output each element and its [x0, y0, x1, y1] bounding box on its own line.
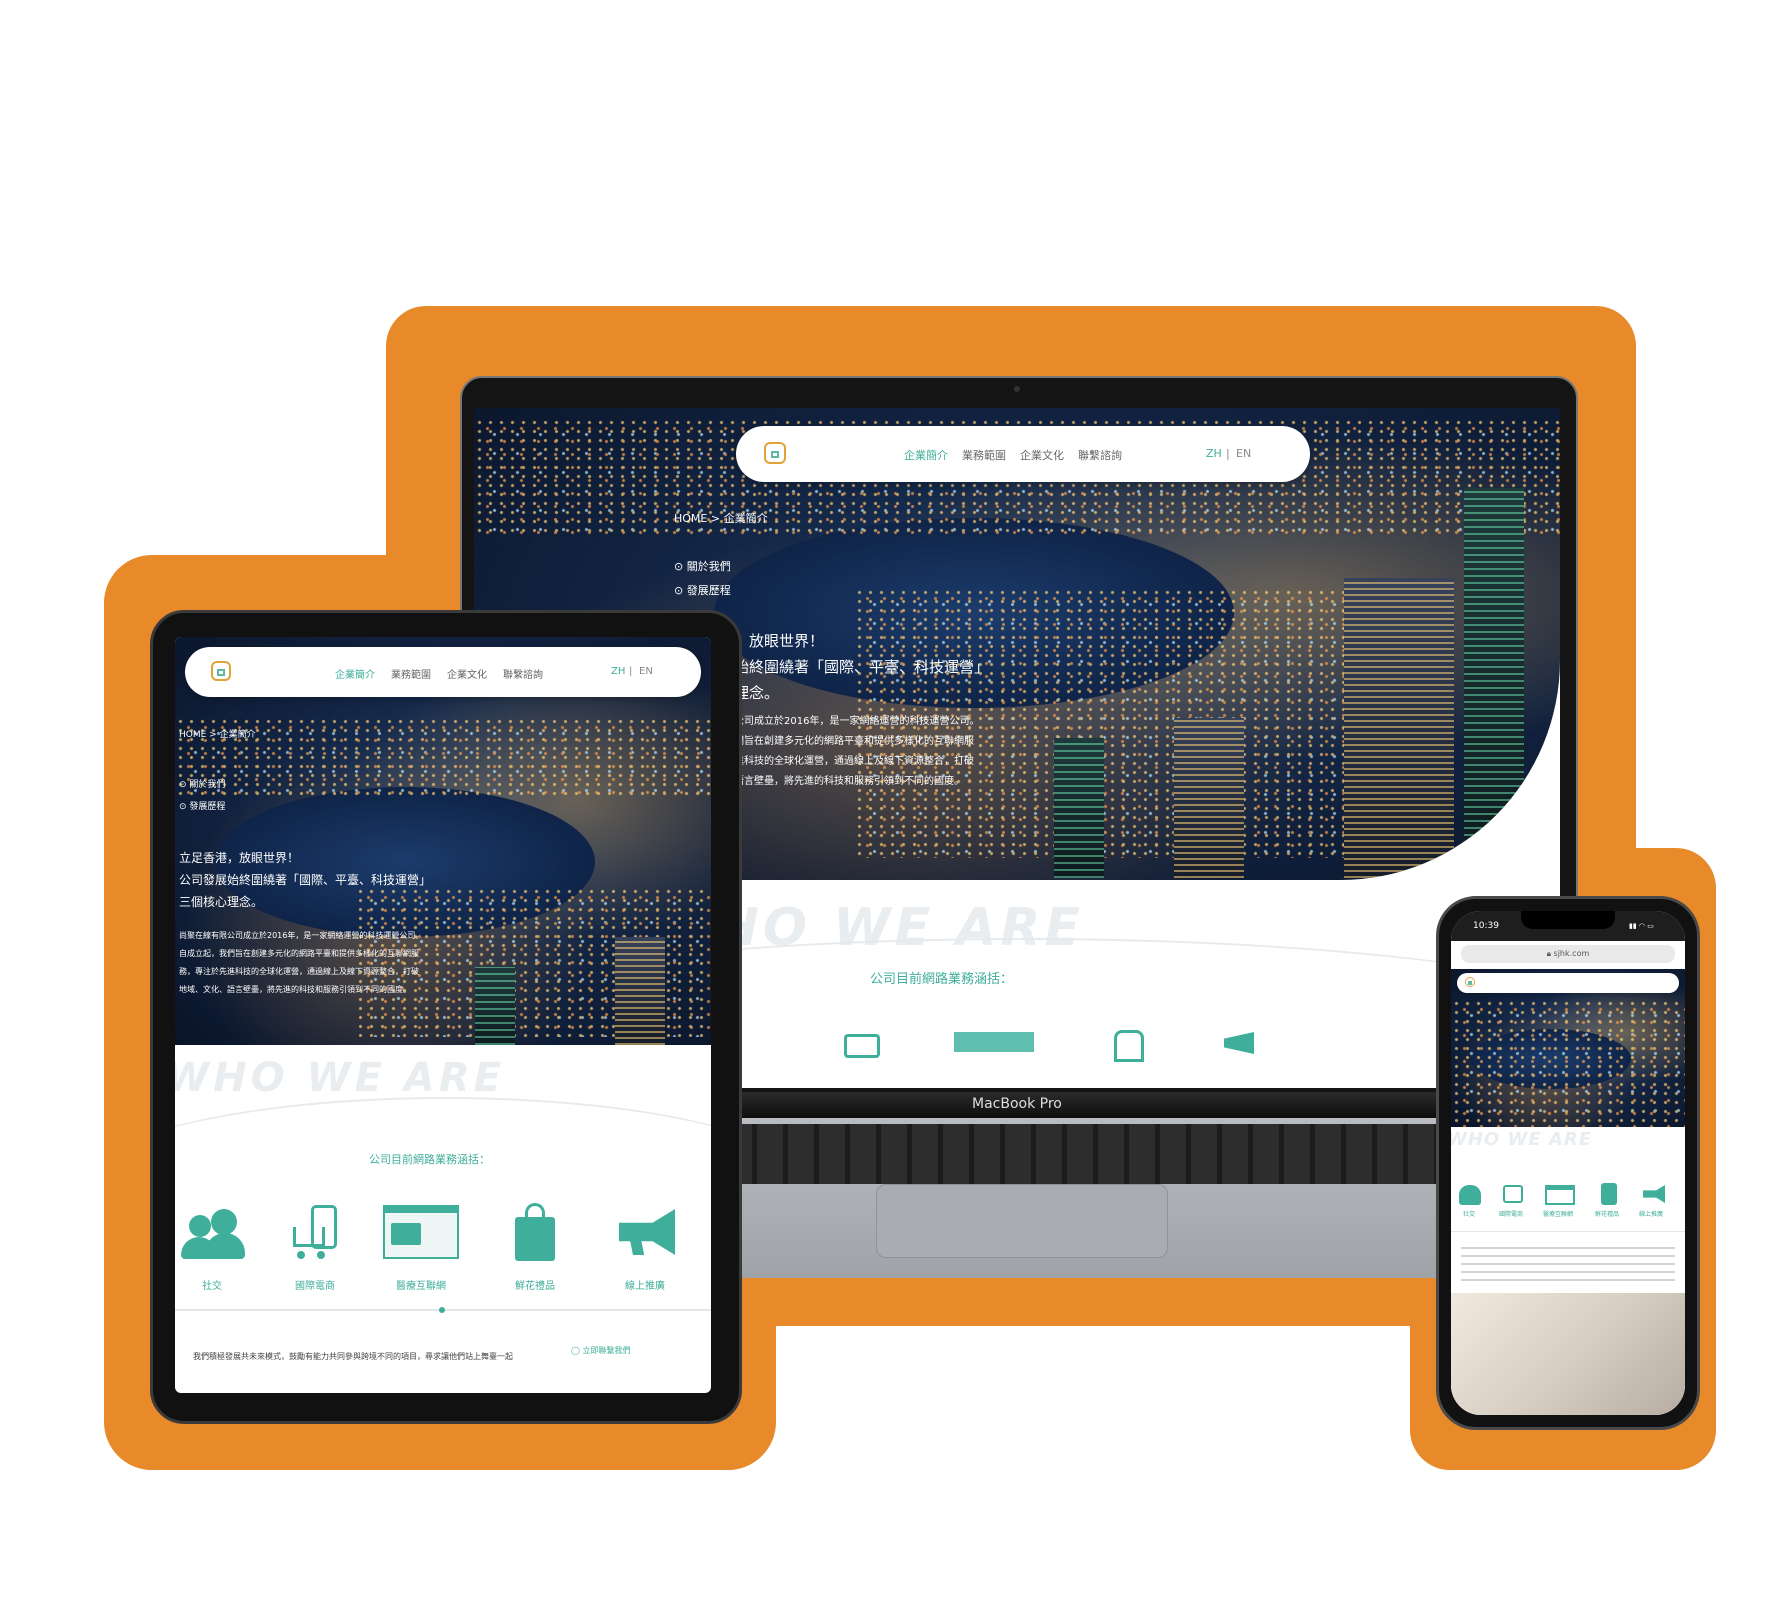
lang-sep: |: [1226, 447, 1230, 460]
footer-text: 我們積極發展共未來模式，鼓勵有能力共同參與跨境不同的項目，尋求讓他們站上舞臺一起: [193, 1352, 513, 1361]
lang-sep: |: [629, 666, 633, 677]
consult-button[interactable]: ◯ 立即聯繫我們: [571, 1345, 631, 1356]
laptop-nav-bar: 企業簡介 業務範圍 企業文化 聯繫諮詢 ZH | EN: [736, 426, 1310, 482]
nav-culture[interactable]: 企業文化: [1020, 447, 1064, 463]
nav-about[interactable]: 企業簡介: [904, 447, 948, 463]
folder-screen-icon[interactable]: [1545, 1185, 1575, 1205]
who-we-are-watermark: WHO WE ARE: [175, 1055, 505, 1101]
service-label: 國際電商: [295, 1281, 335, 1292]
service-label: 醫療互聯網: [396, 1281, 446, 1292]
shopping-bag-icon[interactable]: [1601, 1183, 1617, 1205]
cart-icon: [285, 1205, 345, 1261]
people-icon: [181, 1209, 245, 1259]
lang-en[interactable]: EN: [639, 666, 653, 677]
intro-body: 尚聚在線有限公司成立於2016年，是一家網絡運營的科技運營公司。 自成立起，我們…: [179, 927, 423, 999]
carousel-dot[interactable]: [439, 1307, 445, 1313]
lang-en[interactable]: EN: [1236, 447, 1251, 460]
side-link-label: 發展歷程: [686, 584, 731, 597]
phone-screen: 10:39 ▮▮ ◠ ▭ 🔒︎ sjhk.com WHO WE ARE 社交 國…: [1451, 911, 1685, 1415]
headline-line: 公司發展始終圍繞著「國際、平臺、科技運營」: [179, 873, 432, 887]
phone-service-icons: [1451, 1179, 1685, 1229]
side-link-label: 關於我們: [189, 780, 226, 790]
lang-zh[interactable]: ZH: [611, 666, 625, 677]
circle-arrow-icon: ⊙: [179, 802, 190, 812]
phone-divider: [1451, 1231, 1685, 1232]
nav-business[interactable]: 業務範圍: [391, 666, 431, 681]
breadcrumb[interactable]: HOME > 企業簡介: [674, 510, 768, 526]
service-label: 線上推廣: [625, 1281, 665, 1292]
side-link-about[interactable]: ⊙ 關於我們: [179, 777, 225, 790]
body-line: 自成立起，我們旨在創建多元化的網路平臺和提供多樣化的互聯網服: [179, 949, 419, 958]
phone-page: WHO WE ARE 社交 國際電商 醫療互聯網 鮮花禮品 線上推廣: [1451, 969, 1685, 1415]
url-text: sjhk.com: [1553, 949, 1590, 958]
consult-label: 立即聯繫我們: [582, 1346, 631, 1355]
nav-business[interactable]: 業務範圍: [962, 447, 1006, 463]
laptop-camera: [1014, 386, 1020, 392]
lock-icon: 🔒︎: [1546, 949, 1554, 958]
service-label: 國際電商: [1499, 1211, 1524, 1218]
service-label: 線上推廣: [1639, 1211, 1664, 1218]
house-logo-icon[interactable]: [211, 661, 231, 681]
service-label: 醫療互聯網: [1543, 1211, 1574, 1218]
megaphone-icon[interactable]: [1643, 1185, 1665, 1203]
service-medical[interactable]: 醫療互聯網: [371, 1197, 471, 1297]
phone-bottom-photo: [1451, 1293, 1685, 1415]
body-line: 地域、文化、語言壁壘，將先進的科技和服務引領到不同的國度。: [179, 985, 411, 994]
body-line: 尚聚在線有限公司成立於2016年，是一家網絡運營的科技運營公司。: [179, 931, 424, 940]
tablet-screen: 企業簡介 業務範圍 企業文化 聯繫諮詢 ZH | EN HOME > 企業簡介 …: [175, 637, 711, 1393]
headline: 立足香港，放眼世界！ 公司發展始終圍繞著「國際、平臺、科技運營」 三個核心理念。: [179, 847, 431, 913]
phone-nav-bar: [1457, 973, 1679, 993]
services-title: 公司目前網路業務涵括：: [369, 1153, 490, 1166]
service-gifts[interactable]: 鮮花禮品: [495, 1197, 575, 1297]
circle-arrow-icon: ⊙: [179, 780, 190, 790]
phone-time: 10:39: [1473, 921, 1499, 931]
chat-icon: ◯: [571, 1346, 583, 1355]
lang-zh[interactable]: ZH: [1206, 447, 1222, 460]
circle-arrow-icon: ⊙: [674, 584, 687, 597]
service-label: 鮮花禮品: [515, 1281, 555, 1292]
side-link-about[interactable]: ⊙ 關於我們: [674, 558, 731, 574]
body-line: 務，專注於先進科技的全球化運營，通過線上及線下資源整合，打破: [179, 967, 419, 976]
service-label: 社交: [202, 1281, 222, 1292]
side-link-label: 關於我們: [686, 560, 731, 573]
cart-icon[interactable]: [1503, 1185, 1523, 1203]
service-ecommerce[interactable]: 國際電商: [275, 1197, 355, 1297]
service-label: 社交: [1463, 1211, 1476, 1218]
who-we-are-watermark: WHO WE ARE: [1451, 1129, 1592, 1150]
megaphone-icon: [619, 1209, 675, 1255]
phone: 10:39 ▮▮ ◠ ▭ 🔒︎ sjhk.com WHO WE ARE 社交 國…: [1436, 896, 1700, 1430]
laptop-model-label: MacBook Pro: [972, 1096, 1062, 1112]
breadcrumb[interactable]: HOME > 企業簡介: [179, 727, 256, 740]
nav-about[interactable]: 企業簡介: [335, 666, 375, 681]
nav-culture[interactable]: 企業文化: [447, 666, 487, 681]
shopping-bag-icon: [515, 1203, 555, 1261]
phone-footer-lines: [1461, 1241, 1675, 1281]
tablet: 企業簡介 業務範圍 企業文化 聯繫諮詢 ZH | EN HOME > 企業簡介 …: [150, 610, 742, 1424]
services-title: 公司目前網路業務涵括：: [870, 972, 1014, 987]
tablet-nav-bar: 企業簡介 業務範圍 企業文化 聯繫諮詢 ZH | EN: [185, 647, 701, 697]
side-link-history[interactable]: ⊙ 發展歷程: [179, 799, 225, 812]
nav-contact[interactable]: 聯繫諮詢: [1078, 447, 1122, 463]
side-link-history[interactable]: ⊙ 發展歷程: [674, 582, 731, 598]
service-label: 鮮花禮品: [1595, 1211, 1620, 1218]
signal-icon: ▮▮ ◠ ▭: [1629, 922, 1654, 930]
service-icons-peek: [704, 1028, 1264, 1062]
folder-screen-icon: [383, 1205, 459, 1259]
house-logo-icon[interactable]: [764, 442, 786, 464]
service-promotion[interactable]: 線上推廣: [595, 1197, 695, 1297]
headline-line: 三個核心理念。: [179, 895, 264, 909]
house-logo-icon[interactable]: [1465, 977, 1475, 987]
side-link-label: 發展歷程: [189, 802, 226, 812]
phone-notch: [1521, 911, 1615, 929]
circle-arrow-icon: ⊙: [674, 560, 687, 573]
url-bar[interactable]: 🔒︎ sjhk.com: [1461, 945, 1675, 963]
laptop-trackpad: [876, 1184, 1168, 1258]
nav-contact[interactable]: 聯繫諮詢: [503, 666, 543, 681]
service-social[interactable]: 社交: [177, 1197, 247, 1297]
headline-line: 立足香港，放眼世界！: [179, 851, 300, 865]
people-icon[interactable]: [1459, 1185, 1481, 1205]
